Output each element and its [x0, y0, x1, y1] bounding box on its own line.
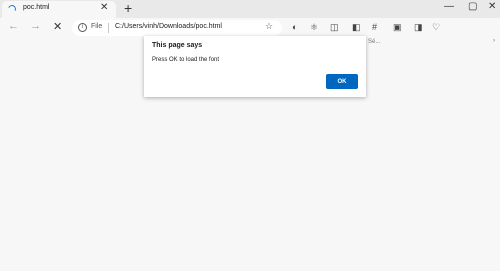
window-close-button[interactable]: ✕: [488, 1, 496, 12]
url-text[interactable]: C:/Users/vinh/Downloads/poc.html: [115, 23, 222, 30]
loading-spinner-icon: [6, 3, 18, 15]
back-button[interactable]: ←: [8, 20, 19, 32]
tab-close-icon[interactable]: ✕: [100, 2, 108, 13]
info-icon[interactable]: i: [78, 23, 87, 32]
extension-icon-4[interactable]: ◧: [352, 22, 361, 33]
address-bar[interactable]: i File C:/Users/vinh/Downloads/poc.html …: [72, 20, 282, 36]
favorites-more-icon[interactable]: ›: [493, 38, 495, 44]
tab-strip: poc.html ✕ + — ▢ ✕: [0, 0, 500, 18]
extension-icon-1[interactable]: ◐: [292, 22, 297, 32]
minimize-button[interactable]: —: [444, 1, 454, 12]
ok-button[interactable]: OK: [326, 74, 358, 89]
tab-title: poc.html: [23, 4, 50, 11]
favorites-item-truncated[interactable]: Sé...: [368, 39, 380, 45]
toolbar: ← → ✕ i File C:/Users/vinh/Downloads/poc…: [0, 18, 500, 38]
new-tab-button[interactable]: +: [124, 0, 132, 16]
forward-button[interactable]: →: [30, 20, 41, 32]
address-divider: [108, 23, 109, 33]
extension-icon-3[interactable]: ◫: [330, 22, 339, 33]
scheme-label: File: [91, 23, 103, 30]
tab-poc[interactable]: poc.html ✕: [2, 1, 116, 18]
alert-dialog: This page says Press OK to load the font…: [144, 36, 366, 97]
dialog-heading: This page says: [152, 42, 203, 49]
dialog-message: Press OK to load the font: [152, 57, 220, 63]
add-favorite-icon[interactable]: ☆: [265, 21, 273, 32]
stop-loading-button[interactable]: ✕: [53, 20, 62, 33]
maximize-button[interactable]: ▢: [468, 1, 477, 12]
favorites-icon[interactable]: ♡: [432, 22, 440, 33]
collections-icon[interactable]: ◨: [414, 22, 423, 33]
extension-icon-2[interactable]: ⚛: [310, 22, 318, 33]
extension-icon-5[interactable]: #: [372, 22, 377, 32]
extension-icon-6[interactable]: ▣: [393, 22, 402, 33]
